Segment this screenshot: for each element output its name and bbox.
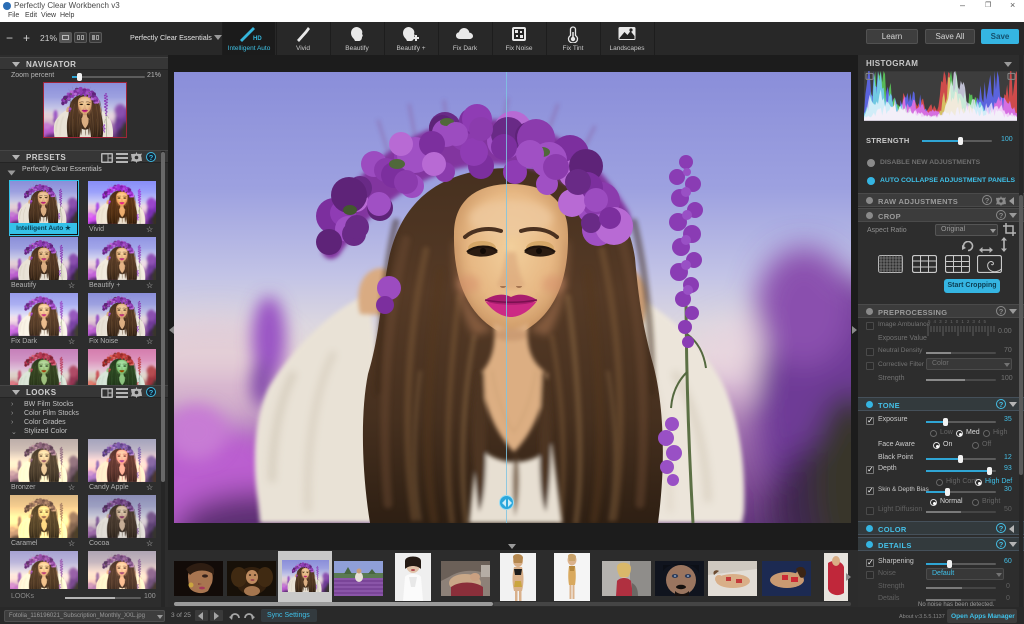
- svg-text:HD: HD: [253, 36, 262, 42]
